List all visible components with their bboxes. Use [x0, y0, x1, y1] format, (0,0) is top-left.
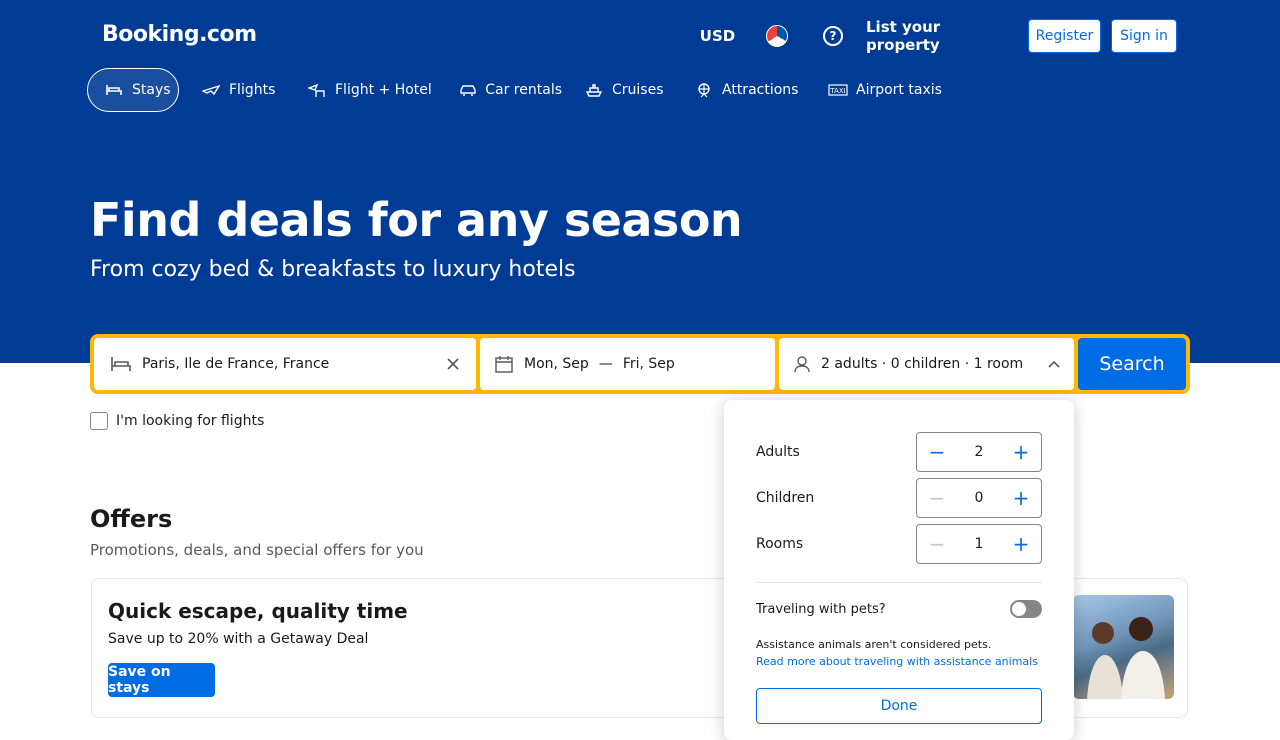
svg-text:TAXI: TAXI: [829, 87, 845, 95]
clear-icon[interactable]: [446, 357, 460, 371]
tab-label: Stays: [132, 82, 171, 98]
currency-button[interactable]: USD: [691, 12, 744, 59]
tab-label: Attractions: [722, 82, 799, 98]
taxi-icon: TAXI: [828, 82, 848, 98]
chevron-up-icon: [1048, 360, 1060, 368]
adults-value: 2: [974, 444, 984, 460]
flight-hotel-icon: [307, 82, 327, 98]
destination-field[interactable]: Paris, Ile de France, France: [94, 338, 476, 390]
adults-stepper: − 2 +: [916, 432, 1042, 472]
children-decrement-button[interactable]: −: [917, 479, 957, 517]
rooms-increment-button[interactable]: +: [1001, 525, 1041, 563]
flag-icon: [766, 24, 788, 47]
tab-stays[interactable]: Stays: [87, 68, 179, 112]
rooms-stepper: − 1 +: [916, 524, 1042, 564]
adults-label: Adults: [756, 444, 800, 460]
offer-text: Save up to 20% with a Getaway Deal: [108, 631, 369, 647]
bed-icon: [104, 82, 124, 98]
flights-checkbox-label: I'm looking for flights: [116, 413, 265, 429]
calendar-icon: [494, 354, 514, 374]
offers-title: Offers: [90, 505, 173, 533]
date-separator: —: [598, 356, 613, 372]
adults-decrement-button[interactable]: −: [917, 433, 957, 471]
tab-cruises[interactable]: Cruises: [568, 68, 672, 112]
header: Booking.com USD ? List your property Reg…: [0, 0, 1280, 363]
tab-flights[interactable]: Flights: [185, 68, 285, 112]
hero-title: Find deals for any season: [90, 193, 743, 247]
rooms-row: Rooms − 1 +: [756, 524, 1042, 564]
car-icon: [458, 82, 477, 98]
rooms-value: 1: [974, 536, 984, 552]
tab-car-rentals[interactable]: Car rentals: [442, 68, 562, 112]
tab-label: Flights: [229, 82, 276, 98]
children-value: 0: [974, 490, 984, 506]
offer-image: [1073, 595, 1174, 699]
divider: [756, 582, 1042, 583]
occupancy-popover: Adults − 2 + Children − 0 + Rooms − 1 + …: [724, 400, 1074, 740]
search-bar: Paris, Ile de France, France Mon, Sep — …: [90, 334, 1190, 394]
pets-info-link[interactable]: Read more about traveling with assistanc…: [756, 655, 1038, 668]
help-button[interactable]: ?: [810, 12, 856, 59]
flights-checkbox-row[interactable]: I'm looking for flights: [90, 412, 264, 430]
offer-title: Quick escape, quality time: [108, 599, 408, 623]
tab-label: Car rentals: [485, 82, 562, 98]
hero-subtitle: From cozy bed & breakfasts to luxury hot…: [90, 257, 576, 282]
person-icon: [793, 355, 811, 373]
search-button[interactable]: Search: [1078, 338, 1186, 390]
checkout-date[interactable]: Fri, Sep: [623, 356, 675, 372]
tab-attractions[interactable]: Attractions: [678, 68, 806, 112]
occupancy-field[interactable]: 2 adults · 0 children · 1 room: [779, 338, 1074, 390]
rooms-label: Rooms: [756, 536, 804, 552]
list-property-button[interactable]: List your property: [866, 12, 1018, 59]
children-row: Children − 0 +: [756, 478, 1042, 518]
tab-flight-hotel[interactable]: Flight + Hotel: [291, 68, 435, 112]
flights-checkbox[interactable]: [90, 412, 108, 430]
tab-airport-taxis[interactable]: TAXI Airport taxis: [812, 68, 946, 112]
ship-icon: [584, 82, 604, 98]
date-field[interactable]: Mon, Sep — Fri, Sep: [480, 338, 775, 390]
register-button[interactable]: Register: [1028, 19, 1101, 53]
logo[interactable]: Booking.com: [102, 22, 257, 47]
pets-label: Traveling with pets?: [756, 601, 886, 617]
pets-note: Assistance animals aren't considered pet…: [756, 638, 992, 651]
tab-label: Flight + Hotel: [335, 82, 432, 98]
children-label: Children: [756, 490, 815, 506]
checkin-date[interactable]: Mon, Sep: [524, 356, 589, 372]
adults-increment-button[interactable]: +: [1001, 433, 1041, 471]
children-increment-button[interactable]: +: [1001, 479, 1041, 517]
destination-input[interactable]: Paris, Ile de France, France: [142, 356, 446, 372]
help-icon: ?: [823, 25, 843, 46]
tab-label: Airport taxis: [856, 82, 942, 98]
bed-icon: [110, 355, 132, 373]
signin-button[interactable]: Sign in: [1111, 19, 1177, 53]
language-button[interactable]: [754, 12, 800, 59]
rooms-decrement-button[interactable]: −: [917, 525, 957, 563]
attractions-icon: [694, 82, 714, 98]
adults-row: Adults − 2 +: [756, 432, 1042, 472]
offers-subtitle: Promotions, deals, and special offers fo…: [90, 541, 424, 559]
done-button[interactable]: Done: [756, 688, 1042, 724]
plane-icon: [201, 82, 221, 98]
tab-label: Cruises: [612, 82, 664, 98]
pets-toggle[interactable]: [1010, 600, 1042, 618]
occupancy-summary[interactable]: 2 adults · 0 children · 1 room: [821, 356, 1048, 372]
pets-row: Traveling with pets?: [756, 600, 1042, 618]
save-on-stays-button[interactable]: Save on stays: [108, 663, 215, 697]
children-stepper: − 0 +: [916, 478, 1042, 518]
